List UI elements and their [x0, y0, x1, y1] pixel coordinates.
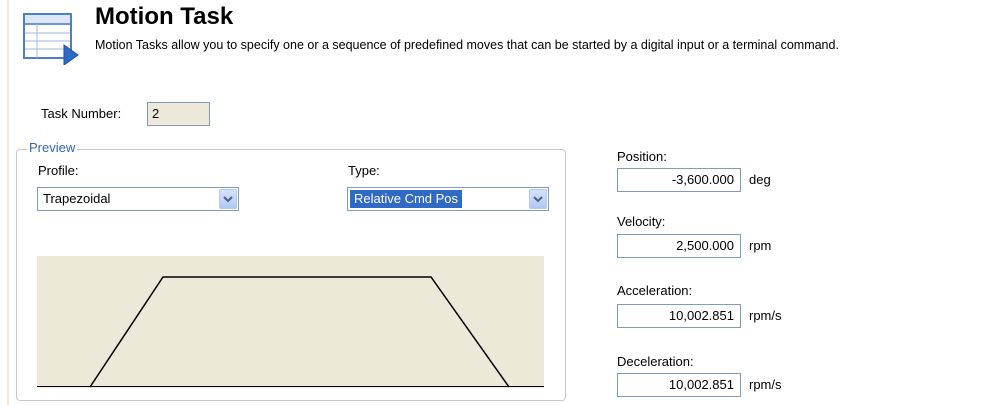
profile-dropdown[interactable]: Trapezoidal [37, 187, 239, 211]
page-description: Motion Tasks allow you to specify one or… [95, 38, 839, 52]
acceleration-label: Acceleration: [617, 283, 693, 298]
task-number-field[interactable]: 2 [147, 102, 210, 126]
acceleration-field[interactable]: 10,002.851 [617, 304, 741, 328]
chevron-down-icon[interactable] [219, 189, 237, 209]
preview-legend: Preview [27, 140, 78, 155]
velocity-unit: rpm [749, 238, 772, 253]
left-accent-bar [7, 0, 9, 405]
page-title: Motion Task [95, 3, 234, 30]
chevron-down-icon[interactable] [529, 189, 547, 209]
plot-background [37, 256, 544, 388]
acceleration-unit: rpm/s [749, 308, 782, 323]
profile-label: Profile: [38, 163, 79, 178]
velocity-field[interactable]: 2,500.000 [617, 234, 741, 258]
task-number-label: Task Number: [41, 106, 122, 121]
velocity-label: Velocity: [617, 214, 666, 229]
type-label: Type: [348, 163, 380, 178]
profile-value: Trapezoidal [43, 191, 111, 206]
deceleration-label: Deceleration: [617, 354, 694, 369]
table-arrow-icon [23, 13, 79, 65]
type-value: Relative Cmd Pos [350, 190, 463, 208]
profile-preview-plot [37, 256, 544, 388]
position-label: Position: [617, 149, 667, 164]
deceleration-field[interactable]: 10,002.851 [617, 373, 741, 397]
type-dropdown[interactable]: Relative Cmd Pos [347, 187, 549, 211]
position-unit: deg [749, 172, 771, 187]
position-field[interactable]: -3,600.000 [617, 168, 741, 192]
deceleration-unit: rpm/s [749, 377, 782, 392]
